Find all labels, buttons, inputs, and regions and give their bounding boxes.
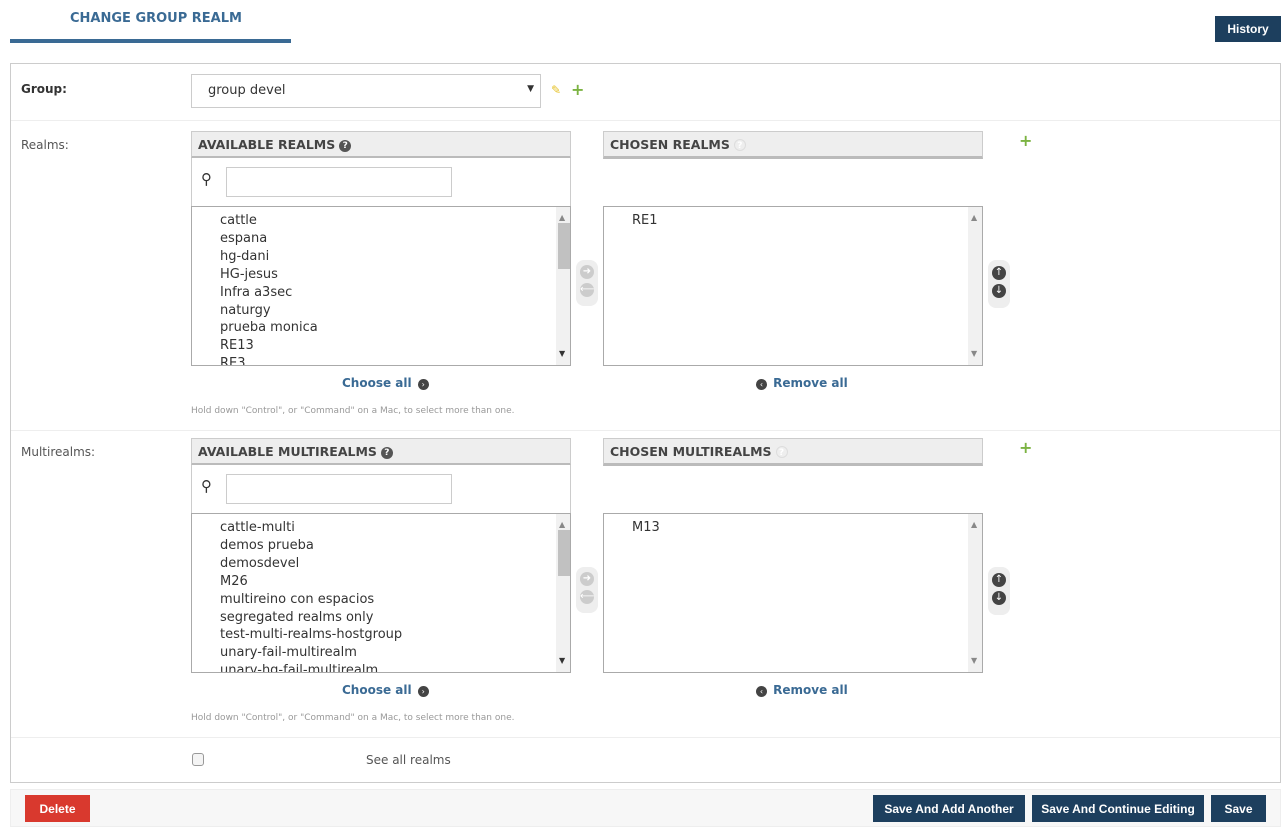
realms-remove-all[interactable]: ‹ Remove all	[756, 376, 848, 391]
realms-available-list[interactable]: cattle espana hg-dani HG-jesus Infra a3sec na…	[191, 206, 571, 366]
list-option[interactable]: M26	[206, 573, 570, 591]
multirealms-order-arrows: ↑ ↓	[988, 567, 1010, 615]
list-option[interactable]: RE13	[206, 337, 570, 355]
multirealms-available-list[interactable]: cattle-multi demos prueba demosdevel M26 mul…	[191, 513, 571, 673]
add-realms-icon[interactable]: +	[1019, 131, 1032, 150]
realms-choose-all[interactable]: Choose all ›	[342, 376, 429, 391]
list-option[interactable]: test-multi-realms-hostgroup	[206, 626, 570, 644]
search-icon: ⚲	[201, 170, 212, 188]
list-option[interactable]: unary-fail-multirealm	[206, 644, 570, 662]
chevron-left-icon: ‹	[756, 686, 767, 697]
list-option[interactable]: Infra a3sec	[206, 284, 570, 302]
add-group-icon[interactable]: +	[571, 80, 584, 99]
arrow-right-icon[interactable]: ➜	[580, 265, 594, 279]
arrow-down-icon[interactable]: ↓	[992, 591, 1006, 605]
list-option[interactable]: HG-jesus	[206, 266, 570, 284]
multirealms-label: Multirealms:	[21, 445, 96, 459]
help-icon[interactable]: ?	[380, 447, 393, 459]
arrow-right-icon[interactable]: ➜	[580, 572, 594, 586]
arrow-up-icon[interactable]: ↑	[992, 266, 1006, 280]
group-select[interactable]: group devel ▼	[191, 74, 541, 108]
realms-order-arrows: ↑ ↓	[988, 260, 1010, 308]
scrollbar[interactable]: ▲ ▼	[968, 207, 982, 365]
save-continue-button[interactable]: Save And Continue Editing	[1032, 795, 1204, 822]
realms-filter-input[interactable]	[226, 167, 452, 197]
multirealms-move-arrows: ➜ ⟵	[576, 567, 598, 613]
realms-label: Realms:	[21, 138, 69, 152]
group-select-value: group devel	[208, 83, 286, 98]
multirealms-chosen-list[interactable]: M13 ▲ ▼	[603, 513, 983, 673]
list-option[interactable]: demosdevel	[206, 555, 570, 573]
multirealms-filter-input[interactable]	[226, 474, 452, 504]
search-icon: ⚲	[201, 477, 212, 495]
realms-chosen-list[interactable]: RE1 ▲ ▼	[603, 206, 983, 366]
list-option[interactable]: M13	[618, 519, 982, 537]
see-all-realms-checkbox[interactable]	[192, 753, 204, 766]
multirealms-chosen-header: CHOSEN MULTIREALMS?	[603, 438, 983, 466]
realms-filter: ⚲	[191, 158, 571, 207]
remove-all-link[interactable]: Remove all	[773, 376, 848, 390]
list-option[interactable]: prueba monica	[206, 319, 570, 337]
delete-button[interactable]: Delete	[25, 795, 90, 822]
save-button[interactable]: Save	[1211, 795, 1266, 822]
edit-pencil-icon[interactable]: ✎	[551, 83, 561, 97]
arrow-up-icon[interactable]: ↑	[992, 573, 1006, 587]
choose-all-link[interactable]: Choose all	[342, 376, 412, 390]
realms-help-text: Hold down "Control", or "Command" on a M…	[191, 406, 515, 416]
title-underline	[10, 39, 291, 43]
scrollbar[interactable]: ▲ ▼	[556, 514, 570, 672]
divider	[11, 120, 1280, 121]
multirealms-help-text: Hold down "Control", or "Command" on a M…	[191, 713, 515, 723]
realms-chosen-title: CHOSEN REALMS	[610, 137, 730, 152]
list-option[interactable]: unary-hg-fail-multirealm	[206, 662, 570, 672]
list-option[interactable]: espana	[206, 230, 570, 248]
see-all-realms-label: See all realms	[366, 753, 451, 767]
realms-available-title: AVAILABLE REALMS	[198, 137, 336, 152]
arrow-left-icon[interactable]: ⟵	[580, 590, 594, 604]
list-option[interactable]: RE1	[618, 212, 982, 230]
remove-all-link[interactable]: Remove all	[773, 683, 848, 697]
arrow-down-icon[interactable]: ↓	[992, 284, 1006, 298]
help-icon[interactable]: ?	[775, 446, 788, 458]
multirealms-chosen-title: CHOSEN MULTIREALMS	[610, 444, 772, 459]
list-option[interactable]: cattle	[206, 212, 570, 230]
list-option[interactable]: naturgy	[206, 302, 570, 320]
multirealms-remove-all[interactable]: ‹ Remove all	[756, 683, 848, 698]
multirealms-filter: ⚲	[191, 465, 571, 514]
list-option[interactable]: segregated realms only	[206, 609, 570, 627]
chevron-left-icon: ‹	[756, 379, 767, 390]
multirealms-choose-all[interactable]: Choose all ›	[342, 683, 429, 698]
multirealms-available-title: AVAILABLE MULTIREALMS	[198, 444, 377, 459]
help-icon[interactable]: ?	[339, 140, 352, 152]
save-add-another-button[interactable]: Save And Add Another	[873, 795, 1025, 822]
list-option[interactable]: multireino con espacios	[206, 591, 570, 609]
help-icon[interactable]: ?	[733, 139, 746, 151]
scrollbar[interactable]: ▲ ▼	[968, 514, 982, 672]
group-label: Group:	[21, 82, 67, 96]
scrollbar[interactable]: ▲ ▼	[556, 207, 570, 365]
realms-chosen-header: CHOSEN REALMS?	[603, 131, 983, 159]
multirealms-available-header: AVAILABLE MULTIREALMS?	[191, 438, 571, 466]
history-button[interactable]: History	[1215, 16, 1281, 42]
choose-all-link[interactable]: Choose all	[342, 683, 412, 697]
divider	[11, 737, 1280, 738]
chevron-down-icon: ▼	[527, 84, 534, 94]
realms-available-header: AVAILABLE REALMS?	[191, 131, 571, 159]
list-option[interactable]: hg-dani	[206, 248, 570, 266]
add-multirealms-icon[interactable]: +	[1019, 438, 1032, 457]
list-option[interactable]: demos prueba	[206, 537, 570, 555]
list-option[interactable]: RE3	[206, 355, 570, 365]
list-option[interactable]: cattle-multi	[206, 519, 570, 537]
realms-move-arrows: ➜ ⟵	[576, 260, 598, 306]
arrow-left-icon[interactable]: ⟵	[580, 283, 594, 297]
chevron-right-icon: ›	[417, 379, 429, 390]
page-title: CHANGE GROUP REALM	[70, 11, 242, 26]
divider	[11, 430, 1280, 431]
chevron-right-icon: ›	[417, 686, 429, 697]
